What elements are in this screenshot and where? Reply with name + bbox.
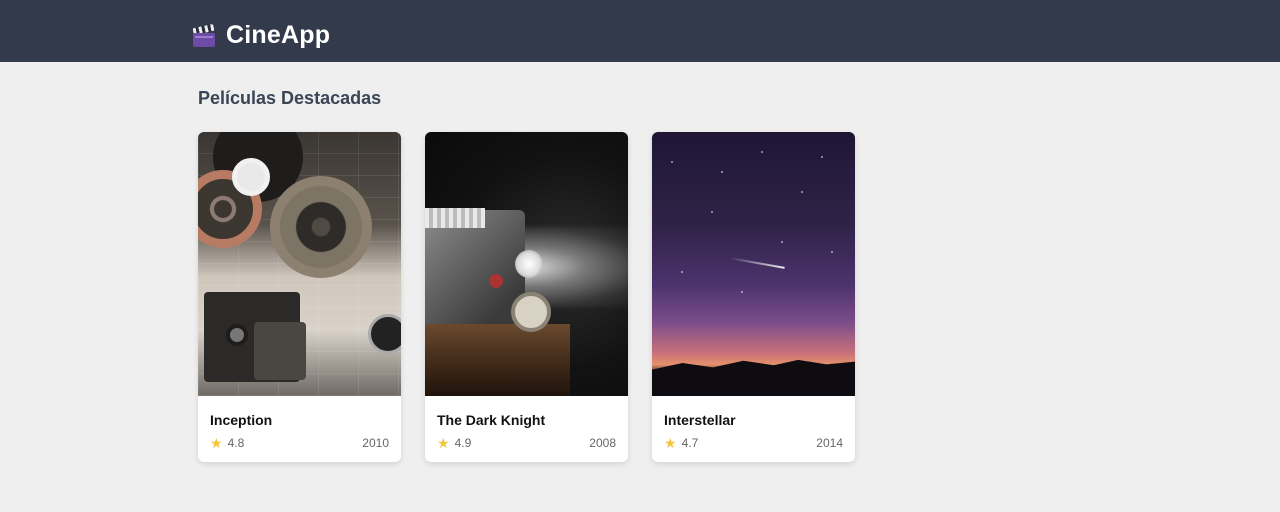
movie-meta: ★ 4.8 2010 bbox=[210, 436, 389, 450]
movie-year: 2008 bbox=[589, 436, 616, 450]
movie-year: 2014 bbox=[816, 436, 843, 450]
rating-value: 4.8 bbox=[227, 436, 245, 450]
movie-year: 2010 bbox=[362, 436, 389, 450]
movie-title: Inception bbox=[210, 412, 273, 428]
star-icon: ★ bbox=[210, 435, 223, 451]
rating-value: 4.7 bbox=[681, 436, 699, 450]
movie-info: Inception ★ 4.8 2010 bbox=[210, 412, 389, 450]
movie-card-interstellar[interactable]: Interstellar ★ 4.7 2014 bbox=[652, 132, 855, 462]
movie-rating: ★ 4.9 bbox=[437, 436, 471, 450]
app-name: CineApp bbox=[226, 21, 331, 49]
movie-poster bbox=[652, 132, 855, 396]
movie-meta: ★ 4.9 2008 bbox=[437, 436, 616, 450]
section-title: Películas Destacadas bbox=[198, 88, 382, 108]
movie-info: The Dark Knight ★ 4.9 2008 bbox=[437, 412, 616, 450]
movie-meta: ★ 4.7 2014 bbox=[664, 436, 843, 450]
movie-info: Interstellar ★ 4.7 2014 bbox=[664, 412, 843, 450]
top-navbar: CineApp bbox=[0, 0, 1280, 62]
movie-title: Interstellar bbox=[664, 412, 736, 428]
rating-value: 4.9 bbox=[454, 436, 472, 450]
star-icon: ★ bbox=[437, 435, 450, 451]
movie-card-the-dark-knight[interactable]: The Dark Knight ★ 4.9 2008 bbox=[425, 132, 628, 462]
star-icon: ★ bbox=[664, 435, 677, 451]
movie-card-inception[interactable]: Inception ★ 4.8 2010 bbox=[198, 132, 401, 462]
movie-poster bbox=[425, 132, 628, 396]
movie-poster bbox=[198, 132, 401, 396]
clapperboard-icon bbox=[192, 23, 216, 48]
movie-rating: ★ 4.8 bbox=[210, 436, 244, 450]
movie-title: The Dark Knight bbox=[437, 412, 546, 428]
movie-grid: Inception ★ 4.8 2010 The Dark Knight ★ 4… bbox=[198, 132, 855, 462]
brand-logo-link[interactable]: CineApp bbox=[192, 21, 330, 50]
movie-rating: ★ 4.7 bbox=[664, 436, 698, 450]
